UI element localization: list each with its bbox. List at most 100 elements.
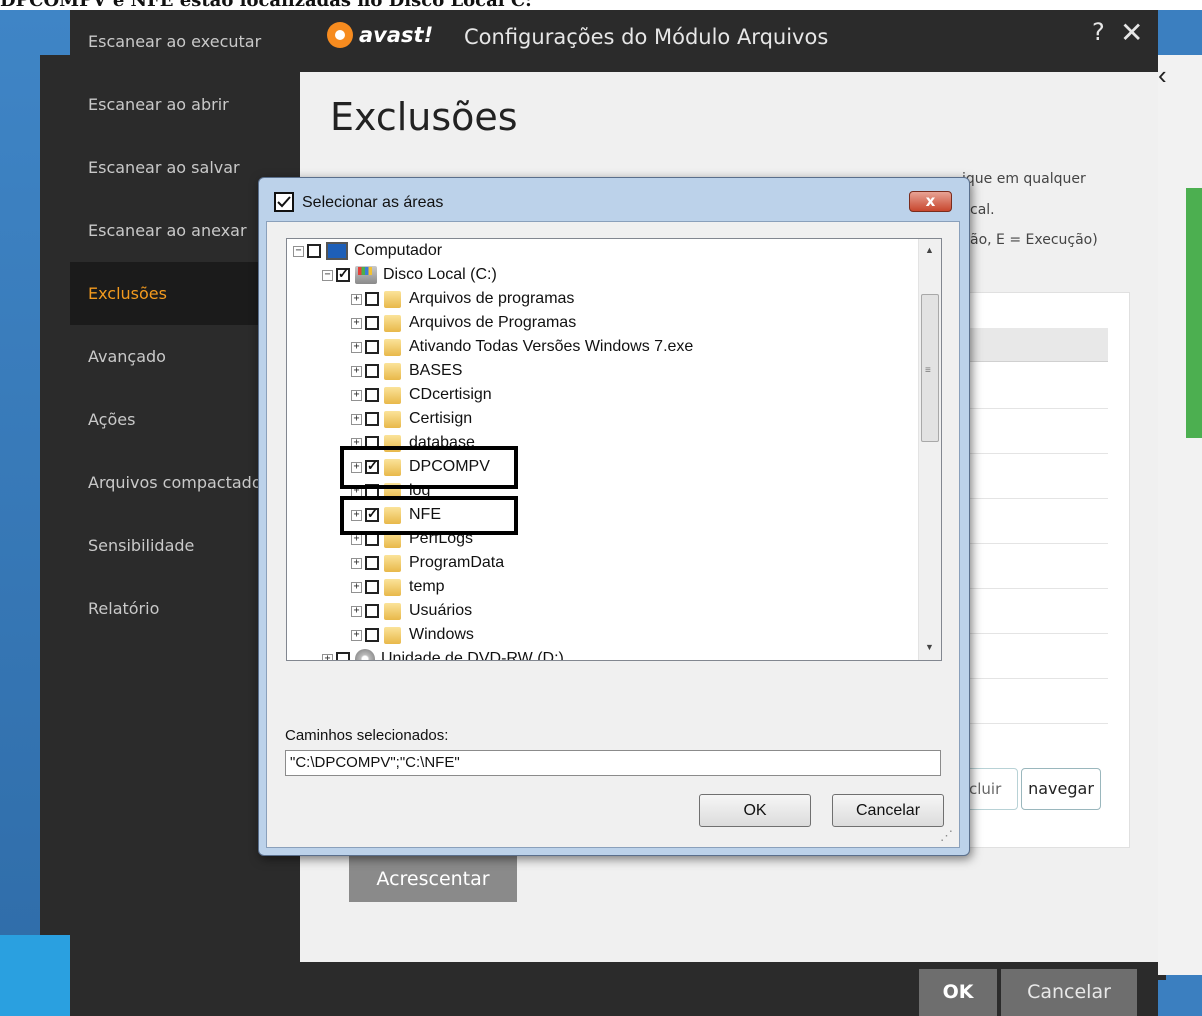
- tree-checkbox[interactable]: [307, 244, 321, 258]
- scroll-up-icon[interactable]: ▲: [925, 245, 934, 255]
- dialog-ok-button[interactable]: OK: [699, 794, 811, 827]
- exclusions-table-header: [960, 328, 1108, 362]
- tree-checkbox[interactable]: [365, 316, 379, 330]
- tree-row[interactable]: + temp: [351, 575, 445, 599]
- taskbar-area: [0, 935, 70, 1016]
- table-row: [960, 678, 1108, 679]
- tree-item-label: Usuários: [409, 602, 473, 619]
- expand-icon[interactable]: +: [351, 317, 362, 329]
- expand-icon[interactable]: +: [351, 389, 362, 401]
- scroll-down-icon[interactable]: ▼: [925, 642, 934, 652]
- folder-icon: [384, 338, 401, 356]
- computer-icon: [326, 242, 348, 260]
- table-row: [960, 408, 1108, 409]
- table-row: [960, 498, 1108, 499]
- dialog-checkbox-icon: [274, 192, 294, 212]
- tree-checkbox[interactable]: [365, 580, 379, 594]
- tree-item-label: BASES: [409, 362, 463, 379]
- tree-row[interactable]: + Ativando Todas Versões Windows 7.exe: [351, 335, 693, 359]
- tree-checkbox[interactable]: [365, 604, 379, 618]
- dialog-close-icon[interactable]: x: [909, 191, 952, 212]
- cancel-button[interactable]: Cancelar: [1001, 969, 1137, 1016]
- tree-item-label: Ativando Todas Versões Windows 7.exe: [409, 338, 694, 355]
- expand-icon[interactable]: +: [351, 293, 362, 305]
- expand-icon[interactable]: +: [351, 629, 362, 641]
- window-title: Configurações do Módulo Arquivos: [464, 25, 829, 49]
- tree-row[interactable]: + Certisign: [351, 407, 472, 431]
- acrescentar-button[interactable]: Acrescentar: [349, 856, 517, 902]
- tree-checkbox[interactable]: [365, 628, 379, 642]
- excluir-button[interactable]: cluir: [962, 768, 1018, 810]
- main-window-close-icon[interactable]: ‹: [1158, 60, 1167, 91]
- tree-checkbox[interactable]: [336, 266, 350, 282]
- tree-checkbox[interactable]: [365, 556, 379, 570]
- sidebar-item-escanear-executar[interactable]: Escanear ao executar: [70, 10, 300, 73]
- tree-item-label: Arquivos de Programas: [409, 314, 577, 331]
- expand-icon[interactable]: +: [351, 557, 362, 569]
- tree-checkbox[interactable]: [365, 364, 379, 378]
- folder-icon: [384, 386, 401, 404]
- tree-row[interactable]: + Arquivos de Programas: [351, 311, 576, 335]
- ok-button[interactable]: OK: [919, 969, 997, 1016]
- scrollbar-grip-icon: ≡: [925, 365, 931, 376]
- expand-icon[interactable]: +: [351, 581, 362, 593]
- tree-scrollbar[interactable]: ▲ ≡ ▼: [918, 239, 941, 660]
- help-icon[interactable]: ?: [1092, 18, 1105, 46]
- description-line-1: ique em qualquer: [962, 171, 1086, 187]
- folder-icon: [384, 602, 401, 620]
- selected-paths-label: Caminhos selecionados:: [285, 727, 449, 744]
- tree-row[interactable]: + Arquivos de programas: [351, 287, 574, 311]
- resize-grip-icon[interactable]: ⋰: [940, 828, 953, 844]
- collapse-icon[interactable]: −: [322, 269, 333, 281]
- avast-logo-icon: [327, 22, 353, 48]
- expand-icon[interactable]: +: [351, 533, 362, 545]
- expand-icon[interactable]: +: [351, 413, 362, 425]
- dialog-cancel-button[interactable]: Cancelar: [832, 794, 944, 827]
- tree-row[interactable]: + Unidade de DVD-RW (D:): [322, 647, 564, 661]
- tree-item-label: Arquivos de programas: [409, 290, 575, 307]
- folder-icon: [384, 626, 401, 644]
- tree-row[interactable]: + BASES: [351, 359, 462, 383]
- tree-item-label: CDcertisign: [409, 386, 492, 403]
- tree-row[interactable]: − Computador: [293, 239, 442, 263]
- tree-item-label: Unidade de DVD-RW (D:): [381, 650, 564, 661]
- tree-item-label: Certisign: [409, 410, 473, 427]
- tree-checkbox[interactable]: [336, 652, 350, 660]
- folder-icon: [384, 362, 401, 380]
- highlight-box-nfe: [340, 496, 518, 535]
- tree-item-label: Computador: [354, 242, 443, 259]
- avast-logo: avast!: [327, 22, 433, 48]
- folder-icon: [384, 578, 401, 596]
- close-icon[interactable]: ✕: [1120, 16, 1143, 49]
- tree-row[interactable]: + Windows: [351, 623, 474, 647]
- sidebar-item-escanear-abrir[interactable]: Escanear ao abrir: [70, 73, 300, 136]
- tree-row[interactable]: − Disco Local (C:): [322, 263, 497, 287]
- tree-checkbox[interactable]: [365, 388, 379, 402]
- tree-row[interactable]: + ProgramData: [351, 551, 504, 575]
- selected-paths-field[interactable]: "C:\DPCOMPV";"C:\NFE": [285, 750, 941, 776]
- tree-checkbox[interactable]: [365, 340, 379, 354]
- dialog-title: Selecionar as áreas: [302, 194, 444, 211]
- expand-icon[interactable]: +: [351, 341, 362, 353]
- expand-icon[interactable]: +: [351, 605, 362, 617]
- folder-icon: [384, 410, 401, 428]
- folder-icon: [384, 314, 401, 332]
- table-row: [960, 543, 1108, 544]
- tree-row[interactable]: + CDcertisign: [351, 383, 492, 407]
- collapse-icon[interactable]: −: [293, 245, 304, 257]
- tree-item-label: temp: [409, 578, 445, 595]
- tree-checkbox[interactable]: [365, 412, 379, 426]
- drive-icon: [355, 266, 377, 284]
- highlight-box-dpcompv: [340, 446, 518, 489]
- tree-item-label: Windows: [409, 626, 474, 643]
- avast-logo-text: avast!: [359, 23, 434, 47]
- description-line-3: ão, E = Execução): [970, 232, 1098, 248]
- tree-checkbox[interactable]: [365, 292, 379, 306]
- tree-row[interactable]: + Usuários: [351, 599, 472, 623]
- top-caption: DPCOMPV e NFE estão localizadas no Disco…: [0, 0, 1202, 10]
- tree-item-label: Disco Local (C:): [383, 266, 497, 283]
- navegar-button[interactable]: navegar: [1021, 768, 1101, 810]
- expand-icon[interactable]: +: [322, 653, 333, 660]
- expand-icon[interactable]: +: [351, 365, 362, 377]
- table-row: [960, 588, 1108, 589]
